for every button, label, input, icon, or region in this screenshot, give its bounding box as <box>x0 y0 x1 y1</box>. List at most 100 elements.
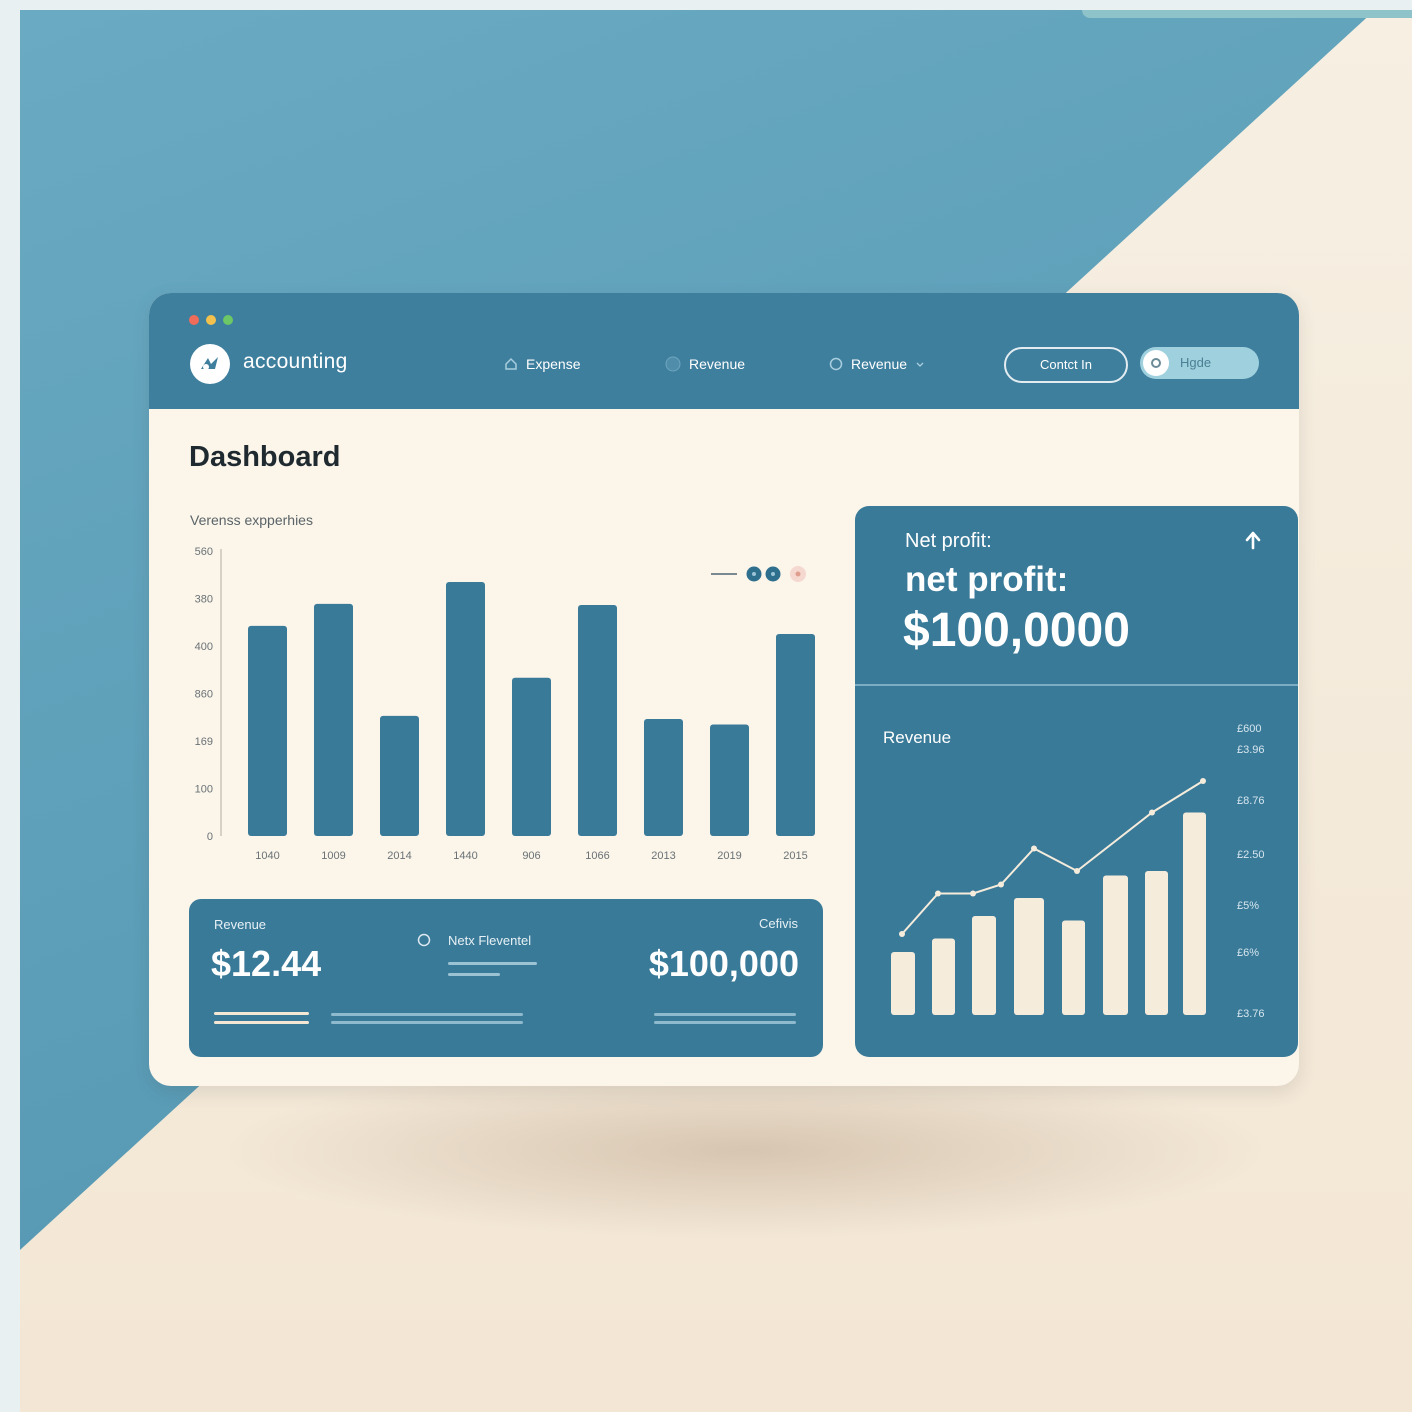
placeholder-line <box>448 962 537 965</box>
page-title: Dashboard <box>189 441 341 473</box>
x-tick-label: 1009 <box>321 850 345 862</box>
revenue-y-tick-label: £6% <box>1237 947 1259 959</box>
brand-name[interactable]: accounting <box>243 350 348 374</box>
circle-icon <box>665 356 681 372</box>
expense-bar <box>776 633 815 836</box>
revenue-y-tick-label: £600 <box>1237 723 1261 735</box>
revenue-trend-point <box>899 931 905 937</box>
revenue-bar <box>1183 812 1206 1015</box>
nav-revenue-dropdown[interactable]: Revenue <box>829 354 925 374</box>
revenue-bar <box>1062 920 1085 1015</box>
x-tick-label: 2019 <box>717 850 741 862</box>
revenue-bar <box>972 916 996 1015</box>
net-profit-value: $100,0000 <box>903 604 1130 657</box>
x-tick-label: 2013 <box>651 850 675 862</box>
chevron-down-icon <box>916 362 924 367</box>
summary-middle-label: Netx Fleventel <box>448 933 532 948</box>
card-divider <box>855 684 1298 686</box>
logo-mark-icon <box>201 357 218 370</box>
revenue-trend-point <box>935 890 941 897</box>
y-tick-label: 560 <box>195 546 213 558</box>
revenue-trend-point <box>1031 845 1037 852</box>
expenses-bar-chart: 0 100 169 860 400 380 560 1040 1009 2014 1440 906 10… <box>195 546 815 862</box>
x-tick-label: 1040 <box>255 850 279 862</box>
nav-revenue[interactable]: Revenue <box>665 354 745 374</box>
top-bar: accounting Expense Revenue Revenue Contc… <box>149 293 1299 409</box>
background-accent-tab <box>1082 10 1412 18</box>
revenue-trend-point <box>998 881 1004 888</box>
brand-logo-icon[interactable] <box>190 344 230 384</box>
revenue-y-tick-label: £8.76 <box>1237 795 1265 807</box>
expenses-chart-subtitle: Verenss expperhies <box>190 512 313 528</box>
nav-revenue-dropdown-label: Revenue <box>851 356 908 372</box>
revenue-bar <box>1145 871 1168 1015</box>
expense-bar <box>578 604 617 836</box>
revenue-trend-point <box>1200 778 1206 784</box>
summary-revenue-value: $12.44 <box>211 943 322 984</box>
expense-bar <box>248 625 287 836</box>
revenue-trend-point <box>970 890 976 897</box>
arrow-up-icon[interactable] <box>1243 530 1263 550</box>
legend-line-icon[interactable] <box>709 569 739 579</box>
radio-icon[interactable] <box>417 933 431 947</box>
revenue-bar <box>1014 898 1044 1015</box>
revenue-y-tick-label: £5% <box>1237 900 1259 912</box>
revenue-trend-point <box>1074 868 1080 874</box>
summary-revenue-label: Revenue <box>214 917 267 932</box>
revenue-y-tick-label: £3.76 <box>1237 1008 1265 1020</box>
revenue-bar <box>932 938 955 1015</box>
revenue-y-tick-label: £3.96 <box>1237 744 1265 756</box>
x-tick-label: 1066 <box>585 850 609 862</box>
revenue-trend-point <box>1149 809 1155 816</box>
revenue-y-tick-label: £2.50 <box>1237 849 1265 861</box>
y-tick-label: 860 <box>195 689 213 701</box>
expense-bar <box>644 718 683 836</box>
placeholder-line <box>214 1021 309 1024</box>
toggle-knob-icon <box>1143 350 1169 376</box>
revenue-summary-card: Revenue $12.44 Netx Fleventel Cefivis $1… <box>189 899 823 1057</box>
y-tick-label: 400 <box>195 641 213 653</box>
y-tick-label: 100 <box>195 784 213 796</box>
legend-dots-icon[interactable] <box>745 565 783 583</box>
placeholder-line <box>654 1013 796 1016</box>
expense-bar <box>710 724 749 836</box>
toggle-pill-label: Hgde <box>1180 355 1212 370</box>
x-tick-label: 2015 <box>783 850 807 862</box>
nav-expense[interactable]: Expense <box>504 354 580 374</box>
x-tick-label: 2014 <box>387 850 411 862</box>
net-profit-big-label: net profit: <box>905 560 1069 599</box>
net-profit-card: Net profit: net profit: $100,0000 Revenu… <box>855 506 1298 1057</box>
toggle-pill-button[interactable]: Hgde <box>1140 347 1259 379</box>
placeholder-line <box>448 973 500 976</box>
expense-bar <box>380 715 419 836</box>
app-window: accounting Expense Revenue Revenue Contc… <box>149 293 1299 1086</box>
revenue-combo-chart: £600 £3.96 £8.76 £2.50 £5% £6% £3.76 <box>891 723 1265 1020</box>
expense-bar <box>512 677 551 836</box>
expense-bar <box>446 582 485 836</box>
nav-expense-label: Expense <box>526 356 581 372</box>
x-tick-label: 1440 <box>453 850 477 862</box>
placeholder-line <box>214 1012 309 1015</box>
y-tick-label: 169 <box>195 736 213 748</box>
legend-peach-dot-icon[interactable] <box>789 565 807 583</box>
revenue-bar <box>891 952 915 1015</box>
window-close-dot[interactable] <box>189 315 199 325</box>
placeholder-line <box>331 1021 523 1024</box>
x-tick-label: 906 <box>522 850 540 862</box>
summary-right-label: Cefivis <box>758 916 798 931</box>
y-tick-label: 380 <box>195 594 213 606</box>
summary-right-value: $100,000 <box>648 943 799 984</box>
y-tick-label: 0 <box>207 831 213 843</box>
contact-button[interactable]: Contct In <box>1004 347 1128 383</box>
home-icon <box>505 357 517 370</box>
placeholder-line <box>654 1021 796 1024</box>
revenue-bar <box>1103 875 1128 1015</box>
circle-outline-icon <box>829 357 843 371</box>
expense-bar <box>314 603 353 836</box>
window-minimize-dot[interactable] <box>206 315 216 325</box>
nav-revenue-label: Revenue <box>689 356 746 372</box>
net-profit-small-label: Net profit: <box>905 530 992 552</box>
window-shadow <box>220 1060 1270 1240</box>
chart-legend <box>709 565 807 583</box>
window-maximize-dot[interactable] <box>223 315 233 325</box>
